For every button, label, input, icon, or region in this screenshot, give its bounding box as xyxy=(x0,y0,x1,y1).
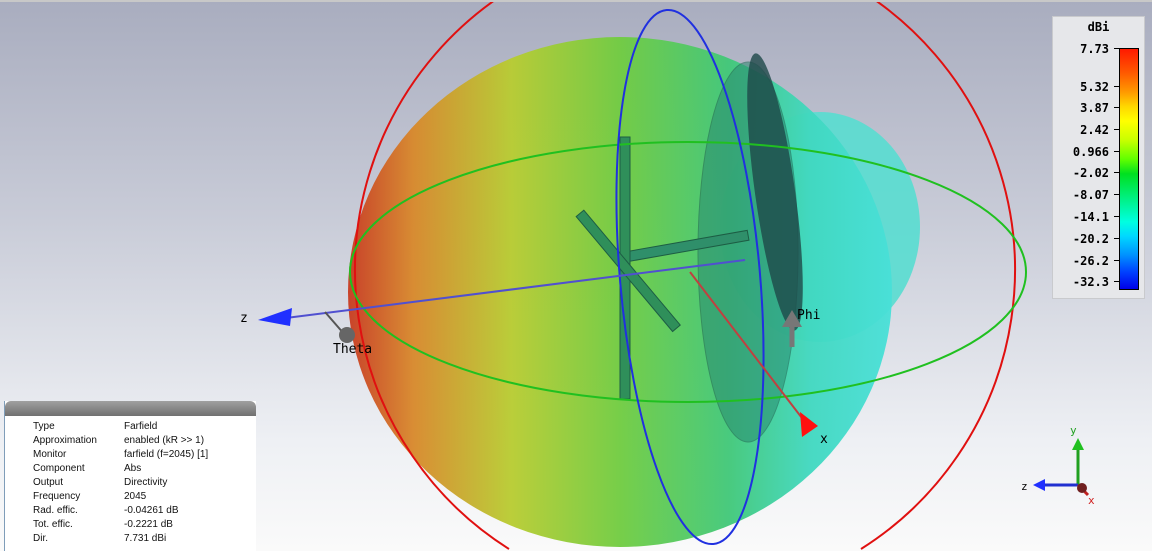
colorbar-tick: 0.966 xyxy=(1053,145,1120,159)
x-axis-label: x xyxy=(820,432,828,447)
info-key: Approximation xyxy=(33,435,97,446)
colorbar-tick: -8.07 xyxy=(1053,188,1120,202)
info-value: Farfield xyxy=(124,421,158,432)
farfield-info-panel: Type Farfield Approximation enabled (kR >> … xyxy=(4,401,256,551)
colorbar-tick: -2.02 xyxy=(1053,166,1120,180)
info-value: -0.2221 dB xyxy=(124,519,173,530)
info-row: Component Abs xyxy=(33,462,208,476)
triad-x-label: x xyxy=(1088,494,1095,507)
info-key: Component xyxy=(33,463,85,474)
colorbar-tick: -14.1 xyxy=(1053,210,1120,224)
info-key: Monitor xyxy=(33,449,67,460)
info-key: Rad. effic. xyxy=(33,505,78,516)
info-key: Frequency xyxy=(33,491,81,502)
info-row: Output Directivity xyxy=(33,476,208,490)
colorbar-tick: -32.3 xyxy=(1053,275,1120,289)
info-row: Tot. effic. -0.2221 dB xyxy=(33,518,208,532)
info-row: Monitor farfield (f=2045) [1] xyxy=(33,448,208,462)
info-value: 7.731 dBi xyxy=(124,533,167,544)
info-value: enabled (kR >> 1) xyxy=(124,435,205,446)
colorbar-gradient xyxy=(1119,48,1139,290)
z-axis-label: z xyxy=(240,311,248,326)
colorbar-tick: -26.2 xyxy=(1053,254,1120,268)
info-row: Dir. 7.731 dBi xyxy=(33,532,208,546)
info-table: Type Farfield Approximation enabled (kR >> … xyxy=(33,420,208,546)
info-value: Directivity xyxy=(124,477,168,488)
theta-marker xyxy=(339,327,355,343)
colorbar-tick: 2.42 xyxy=(1053,123,1120,137)
info-row: Approximation enabled (kR >> 1) xyxy=(33,434,208,448)
farfield-3d-viewport[interactable]: z x Theta Phi y z x dBi 7.73 5.32 3.87 2… xyxy=(0,0,1152,551)
info-value: -0.04261 dB xyxy=(124,505,179,516)
info-panel-header[interactable] xyxy=(5,401,256,416)
info-value: Abs xyxy=(124,463,142,474)
axis-triad xyxy=(1033,438,1090,497)
info-value: 2045 xyxy=(124,491,147,502)
colorbar-legend: dBi 7.73 5.32 3.87 2.42 0.966 -2.02 -8.0… xyxy=(1052,16,1145,299)
theta-label: Theta xyxy=(333,342,373,357)
triad-y-label: y xyxy=(1070,424,1077,437)
info-row: Rad. effic. -0.04261 dB xyxy=(33,504,208,518)
info-key: Output xyxy=(33,477,64,488)
colorbar-tick: 3.87 xyxy=(1053,101,1120,115)
info-key: Dir. xyxy=(33,533,48,544)
colorbar-tick: 5.32 xyxy=(1053,80,1120,94)
info-key: Type xyxy=(33,421,55,432)
triad-z-label: z xyxy=(1021,480,1028,493)
colorbar-tick: -20.2 xyxy=(1053,232,1120,246)
colorbar-unit: dBi xyxy=(1087,20,1110,34)
info-key: Tot. effic. xyxy=(33,519,73,530)
info-value: farfield (f=2045) [1] xyxy=(124,449,209,460)
info-row: Type Farfield xyxy=(33,420,208,434)
phi-label: Phi xyxy=(797,308,821,323)
colorbar-tick: 7.73 xyxy=(1053,42,1120,56)
info-row: Frequency 2045 xyxy=(33,490,208,504)
z-axis-arrow xyxy=(258,308,292,326)
